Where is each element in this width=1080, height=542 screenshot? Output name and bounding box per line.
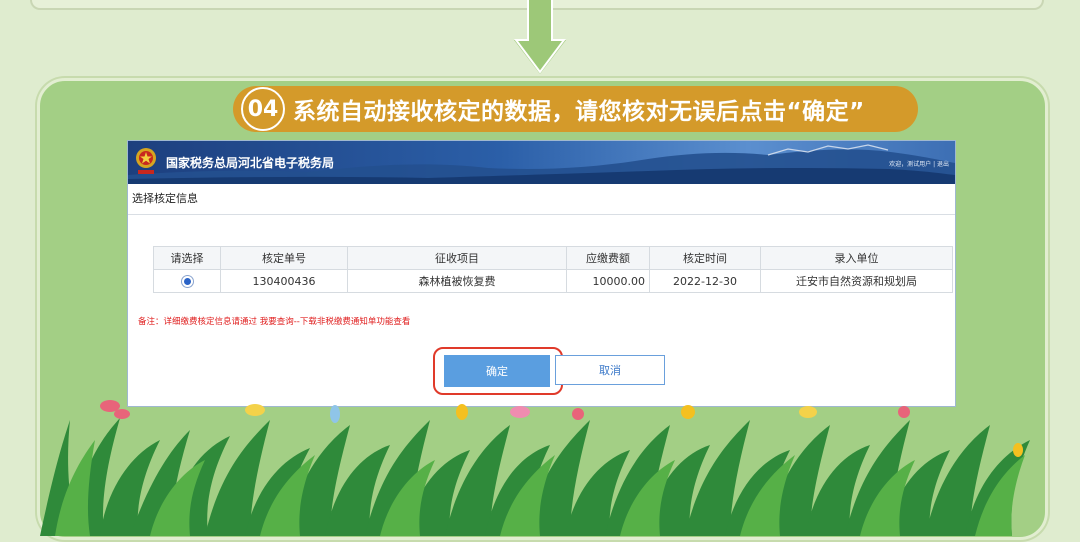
grass-and-flowers-decoration bbox=[40, 400, 1030, 536]
